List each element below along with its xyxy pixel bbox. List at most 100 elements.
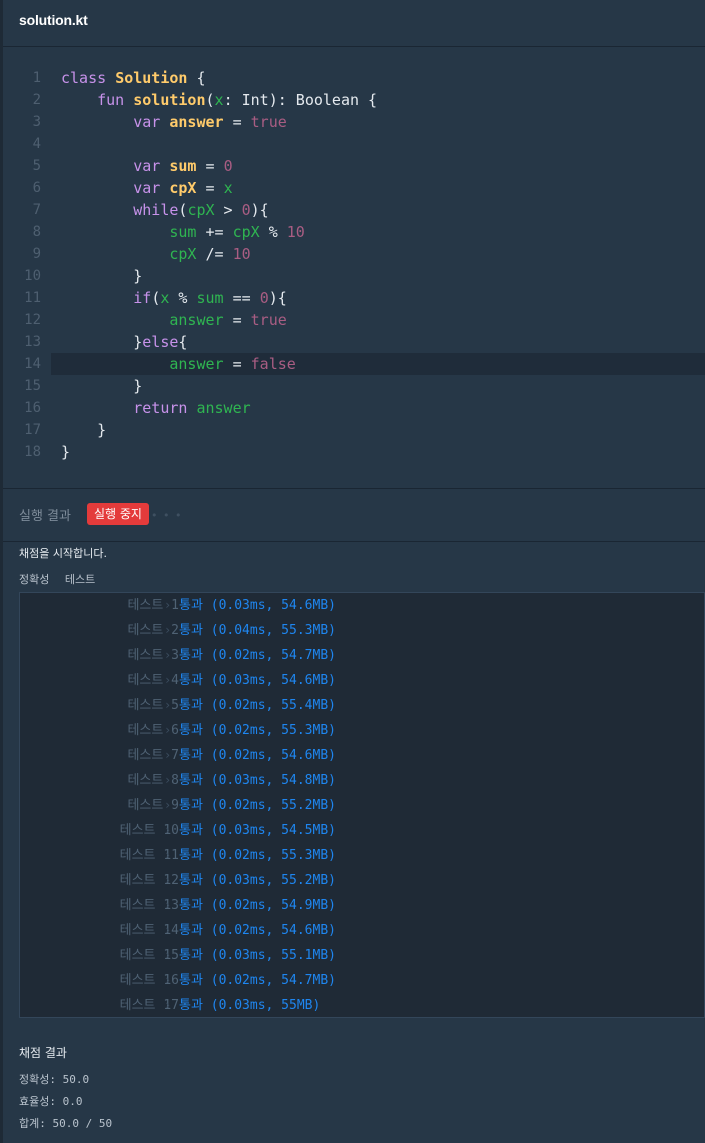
chevron-right-icon: › bbox=[164, 698, 172, 712]
label-accuracy: 정확성 bbox=[19, 573, 50, 586]
results-title: 실행 결과 bbox=[19, 509, 71, 524]
test-result: 통과 (0.02ms, 54.7MB) bbox=[179, 648, 336, 663]
code-text: var cpX = x bbox=[61, 177, 233, 199]
code-line[interactable]: 7 while(cpX > 0){ bbox=[3, 199, 705, 221]
test-result: 통과 (0.03ms, 54.6MB) bbox=[179, 598, 336, 613]
line-number: 2 bbox=[32, 92, 41, 108]
code-text: } bbox=[61, 419, 106, 441]
test-name: 테스트 5 bbox=[127, 698, 179, 713]
test-row: 테스트 16 › 통과 (0.02ms, 54.7MB) bbox=[20, 968, 704, 993]
test-name: 테스트 7 bbox=[127, 748, 179, 763]
line-number: 13 bbox=[24, 334, 41, 350]
code-line[interactable]: 1 class Solution { bbox=[3, 67, 705, 89]
score-accuracy: 정확성: 50.0 bbox=[19, 1073, 90, 1086]
chevron-right-icon: › bbox=[164, 623, 172, 637]
code-text: } bbox=[61, 441, 70, 463]
code-text: } bbox=[61, 375, 142, 397]
code-line[interactable]: 9 cpX /= 10 bbox=[3, 243, 705, 265]
test-row: 테스트 5 › 통과 (0.02ms, 55.4MB) bbox=[20, 693, 704, 718]
code-token: answer bbox=[169, 355, 224, 373]
test-row: 테스트 15 › 통과 (0.03ms, 55.1MB) bbox=[20, 943, 704, 968]
test-row: 테스트 6 › 통과 (0.02ms, 55.3MB) bbox=[20, 718, 704, 743]
test-result: 통과 (0.03ms, 54.5MB) bbox=[179, 823, 336, 838]
line-number: 14 bbox=[24, 356, 41, 372]
code-token: = bbox=[196, 157, 224, 175]
chevron-right-icon: › bbox=[164, 948, 172, 962]
code-token: cpX bbox=[187, 201, 215, 219]
test-result: 통과 (0.04ms, 55.3MB) bbox=[179, 623, 336, 638]
code-line[interactable]: 17 } bbox=[3, 419, 705, 441]
code-line[interactable]: 5 var sum = 0 bbox=[3, 155, 705, 177]
line-number: 16 bbox=[24, 400, 41, 416]
code-text: } bbox=[61, 265, 142, 287]
code-token: cpX bbox=[169, 245, 197, 263]
test-name: 테스트 2 bbox=[127, 623, 179, 638]
chevron-right-icon: › bbox=[164, 598, 172, 612]
test-name: 테스트 3 bbox=[127, 648, 179, 663]
code-token: x bbox=[223, 179, 233, 197]
code-token: = bbox=[196, 179, 224, 197]
test-row: 테스트 13 › 통과 (0.02ms, 54.9MB) bbox=[20, 893, 704, 918]
file-tab-title[interactable]: solution.kt bbox=[19, 12, 88, 28]
code-token: } bbox=[61, 421, 107, 439]
score-efficiency: 효율성: 0.0 bbox=[19, 1095, 83, 1108]
code-token: if bbox=[133, 289, 152, 307]
code-line[interactable]: 11 if(x % sum == 0){ bbox=[3, 287, 705, 309]
test-results-list: 테스트 1 › 통과 (0.03ms, 54.6MB) 테스트 2 › 통과 (0.04m… bbox=[19, 592, 705, 1018]
line-number: 18 bbox=[24, 444, 41, 460]
code-line[interactable]: 4 bbox=[3, 133, 705, 155]
code-line[interactable]: 15 } bbox=[3, 375, 705, 397]
code-token: while bbox=[133, 201, 179, 219]
code-token: class bbox=[61, 69, 116, 87]
test-result: 통과 (0.03ms, 55.1MB) bbox=[179, 948, 336, 963]
code-line[interactable]: 6 var cpX = x bbox=[3, 177, 705, 199]
code-editor[interactable]: 1 class Solution {2 fun solution(x: Int):… bbox=[3, 47, 705, 487]
code-token: ){ bbox=[268, 289, 287, 307]
code-line[interactable]: 16 return answer bbox=[3, 397, 705, 419]
stop-execution-button[interactable]: 실행 중지 bbox=[87, 503, 149, 525]
code-text: while(cpX > 0){ bbox=[61, 199, 268, 221]
code-line[interactable]: 10 } bbox=[3, 265, 705, 287]
test-result: 통과 (0.02ms, 54.6MB) bbox=[179, 748, 336, 763]
chevron-right-icon: › bbox=[164, 848, 172, 862]
line-number: 17 bbox=[24, 422, 41, 438]
code-token: % bbox=[169, 289, 197, 307]
code-token: var bbox=[133, 113, 170, 131]
section-labels: 정확성 테스트 bbox=[19, 571, 107, 587]
code-line[interactable]: 13 }else{ bbox=[3, 331, 705, 353]
code-token: answer bbox=[169, 113, 224, 131]
code-text: return answer bbox=[61, 397, 250, 419]
code-token: } bbox=[61, 267, 143, 285]
code-token: sum bbox=[196, 289, 224, 307]
code-line[interactable]: 14 answer = false bbox=[24, 353, 705, 375]
code-text: cpX /= 10 bbox=[61, 243, 250, 265]
chevron-right-icon: › bbox=[164, 773, 172, 787]
code-line[interactable]: 8 sum += cpX % 10 bbox=[3, 221, 705, 243]
chevron-right-icon: › bbox=[164, 723, 172, 737]
code-line[interactable]: 2 fun solution(x: Int): Boolean { bbox=[3, 89, 705, 111]
code-token: answer bbox=[169, 311, 224, 329]
code-token: == bbox=[223, 289, 260, 307]
test-result: 통과 (0.02ms, 54.6MB) bbox=[179, 923, 336, 938]
code-line[interactable]: 3 var answer = true bbox=[3, 111, 705, 133]
line-number: 7 bbox=[32, 202, 41, 218]
line-number: 4 bbox=[32, 136, 41, 152]
test-row: 테스트 2 › 통과 (0.04ms, 55.3MB) bbox=[20, 618, 704, 643]
test-name: 테스트 4 bbox=[127, 673, 179, 688]
test-result: 통과 (0.02ms, 54.9MB) bbox=[179, 898, 336, 913]
code-token: } bbox=[61, 443, 71, 461]
code-line[interactable]: 12 answer = true bbox=[3, 309, 705, 331]
code-token: var bbox=[133, 157, 170, 175]
code-token: fun bbox=[97, 91, 134, 109]
chevron-right-icon: › bbox=[164, 648, 172, 662]
code-token: sum bbox=[169, 223, 197, 241]
code-line[interactable]: 18} bbox=[3, 441, 705, 463]
line-number: 10 bbox=[24, 268, 41, 284]
code-token: /= bbox=[196, 245, 233, 263]
code-token: Solution bbox=[115, 69, 188, 87]
